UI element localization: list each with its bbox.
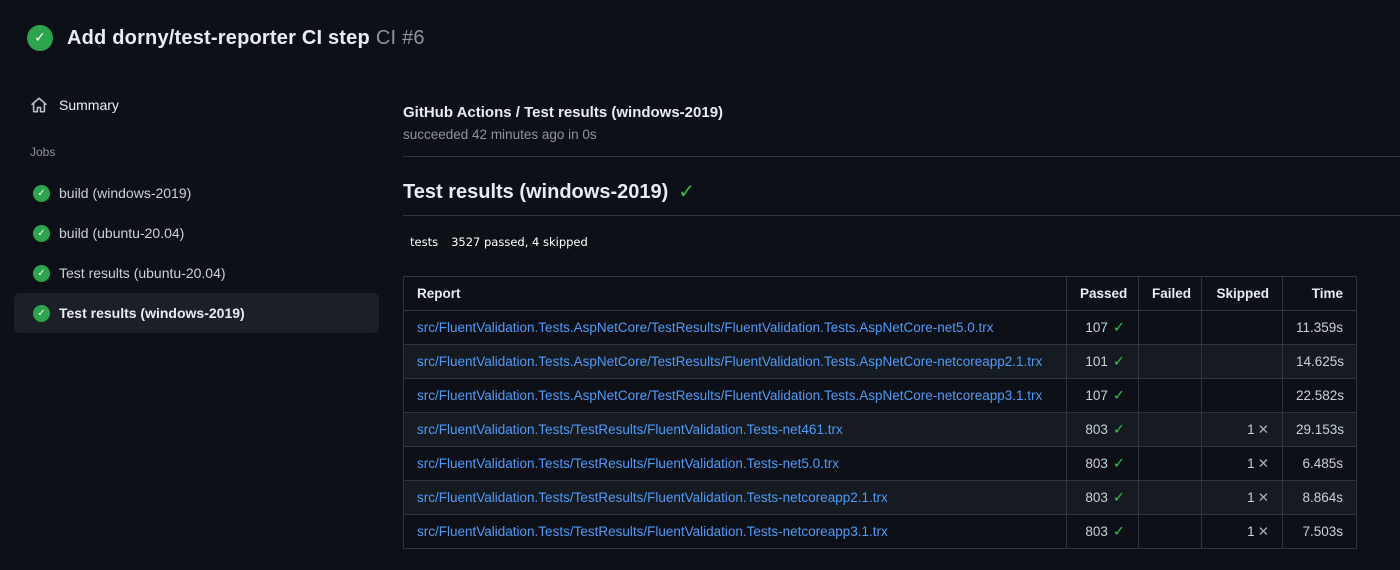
check-run-panel: GitHub Actions / Test results (windows-2… (403, 78, 1400, 549)
check-run-title: GitHub Actions / Test results (windows-2… (403, 104, 724, 121)
col-header-passed: Passed (1066, 276, 1139, 311)
run-title: Add dorny/test-reporter CI step (67, 26, 370, 49)
passed-cell: 107 ✓ (1066, 310, 1139, 345)
skipped-cell: 1 ✕ (1201, 480, 1283, 515)
skipped-cell (1201, 378, 1283, 413)
badge-value: 3527 passed, 4 skipped (451, 235, 588, 249)
time-cell: 14.625s (1282, 344, 1357, 379)
col-header-time: Time (1282, 276, 1357, 311)
sidebar-job-item[interactable]: ✓ Test results (windows-2019) (14, 293, 379, 333)
check-circle-icon: ✓ (33, 224, 50, 242)
col-header-failed: Failed (1138, 276, 1202, 311)
summary-label: Summary (59, 97, 119, 113)
checks-page: ✓ Add dorny/test-reporter CI step CI #6 S… (0, 0, 1400, 549)
skipped-x-icon: ✕ (1257, 455, 1269, 472)
skipped-cell: 1 ✕ (1201, 514, 1283, 549)
report-link[interactable]: src/FluentValidation.Tests.AspNetCore/Te… (417, 320, 994, 335)
report-row: src/FluentValidation.Tests/TestResults/F… (403, 412, 1357, 447)
failed-cell (1138, 378, 1202, 413)
passed-cell: 107 ✓ (1066, 378, 1139, 413)
sidebar-job-item[interactable]: ✓ build (ubuntu-20.04) (14, 213, 379, 253)
skipped-cell: 1 ✕ (1201, 412, 1283, 447)
passed-check-icon: ✓ (1112, 319, 1125, 336)
time-cell: 6.485s (1282, 446, 1357, 481)
col-header-skipped: Skipped (1201, 276, 1283, 311)
report-row: src/FluentValidation.Tests/TestResults/F… (403, 514, 1357, 549)
report-row: src/FluentValidation.Tests/TestResults/F… (403, 480, 1357, 515)
sidebar-job-item[interactable]: ✓ build (windows-2019) (14, 173, 379, 213)
time-cell: 29.153s (1282, 412, 1357, 447)
skipped-x-icon: ✕ (1257, 523, 1269, 540)
passed-check-icon: ✓ (1112, 489, 1125, 506)
report-link[interactable]: src/FluentValidation.Tests/TestResults/F… (417, 456, 839, 471)
badge-label: tests (410, 235, 439, 249)
failed-cell (1138, 480, 1202, 515)
time-cell: 11.359s (1282, 310, 1357, 345)
passed-check-icon: ✓ (1112, 455, 1125, 472)
sidebar: Summary Jobs ✓ build (windows-2019) ✓ bu… (0, 78, 403, 333)
jobs-section-label: Jobs (30, 145, 56, 159)
time-cell: 22.582s (1282, 378, 1357, 413)
report-row: src/FluentValidation.Tests.AspNetCore/Te… (403, 378, 1357, 413)
passed-check-icon: ✓ (1112, 523, 1125, 540)
passed-cell: 101 ✓ (1066, 344, 1139, 379)
skipped-cell (1201, 344, 1283, 379)
job-label: build (ubuntu-20.04) (59, 225, 185, 241)
job-label: Test results (windows-2019) (59, 305, 245, 321)
sidebar-job-item[interactable]: ✓ Test results (ubuntu-20.04) (14, 253, 379, 293)
run-title-line: Add dorny/test-reporter CI step CI #6 (67, 27, 425, 50)
run-success-icon: ✓ (27, 25, 53, 51)
report-link[interactable]: src/FluentValidation.Tests/TestResults/F… (417, 524, 888, 539)
report-row: src/FluentValidation.Tests.AspNetCore/Te… (403, 310, 1357, 345)
passed-cell: 803 ✓ (1066, 446, 1139, 481)
report-link[interactable]: src/FluentValidation.Tests/TestResults/F… (417, 490, 888, 505)
time-cell: 7.503s (1282, 514, 1357, 549)
home-icon (30, 96, 48, 114)
time-cell: 8.864s (1282, 480, 1357, 515)
report-row: src/FluentValidation.Tests.AspNetCore/Te… (403, 344, 1357, 379)
failed-cell (1138, 344, 1202, 379)
check-run-status: succeeded 42 minutes ago in 0s (403, 127, 597, 142)
job-label: Test results (ubuntu-20.04) (59, 265, 226, 281)
header-divider (403, 156, 1400, 157)
failed-cell (1138, 446, 1202, 481)
skipped-cell (1201, 310, 1283, 345)
job-label: build (windows-2019) (59, 185, 192, 201)
table-body: src/FluentValidation.Tests.AspNetCore/Te… (403, 310, 1357, 549)
tests-badge: tests 3527 passed, 4 skipped (403, 232, 596, 252)
results-heading: Test results (windows-2019) ✓ (403, 177, 1400, 216)
check-circle-icon: ✓ (33, 264, 50, 282)
passed-cell: 803 ✓ (1066, 480, 1139, 515)
col-header-report: Report (403, 276, 1067, 311)
content-area: Summary Jobs ✓ build (windows-2019) ✓ bu… (0, 78, 1400, 549)
skipped-x-icon: ✕ (1257, 421, 1269, 438)
passed-check-icon: ✓ (1112, 353, 1125, 370)
failed-cell (1138, 310, 1202, 345)
skipped-x-icon: ✕ (1257, 489, 1269, 506)
test-results-table: Report Passed Failed Skipped Time src/Fl… (403, 276, 1357, 549)
failed-cell (1138, 412, 1202, 447)
skipped-cell: 1 ✕ (1201, 446, 1283, 481)
run-number: CI #6 (375, 26, 425, 49)
report-link[interactable]: src/FluentValidation.Tests/TestResults/F… (417, 422, 843, 437)
sidebar-item-summary[interactable]: Summary (14, 85, 379, 125)
report-link[interactable]: src/FluentValidation.Tests.AspNetCore/Te… (417, 354, 1042, 369)
table-header-row: Report Passed Failed Skipped Time (403, 276, 1357, 311)
check-circle-icon: ✓ (33, 304, 50, 322)
passed-check-icon: ✓ (1112, 387, 1125, 404)
failed-cell (1138, 514, 1202, 549)
passed-cell: 803 ✓ (1066, 412, 1139, 447)
check-circle-icon: ✓ (33, 184, 50, 202)
heading-success-check-icon: ✓ (678, 179, 696, 203)
report-link[interactable]: src/FluentValidation.Tests.AspNetCore/Te… (417, 388, 1042, 403)
report-row: src/FluentValidation.Tests/TestResults/F… (403, 446, 1357, 481)
jobs-list: ✓ build (windows-2019) ✓ build (ubuntu-2… (14, 173, 379, 333)
run-header: ✓ Add dorny/test-reporter CI step CI #6 (0, 0, 1400, 78)
passed-cell: 803 ✓ (1066, 514, 1139, 549)
passed-check-icon: ✓ (1112, 421, 1125, 438)
results-heading-text: Test results (windows-2019) (403, 181, 669, 203)
